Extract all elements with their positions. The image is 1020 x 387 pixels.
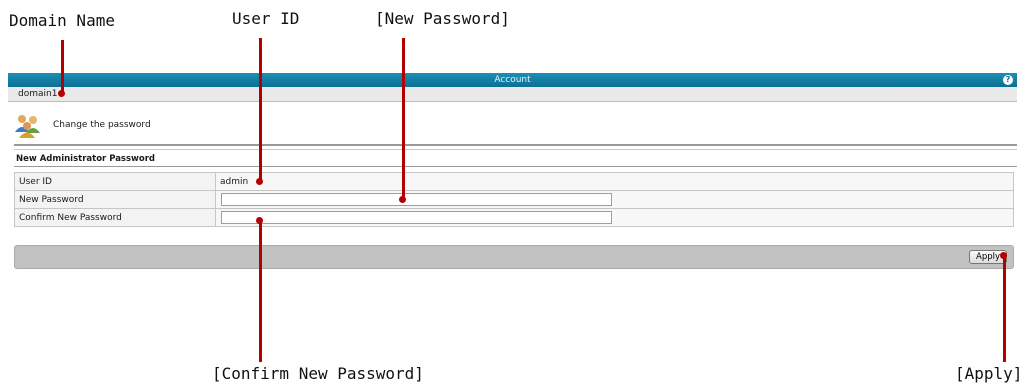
users-icon (15, 115, 40, 138)
window-titlebar: Account ? (8, 73, 1017, 87)
callout-confirm-new-password: [Confirm New Password] (212, 364, 424, 383)
confirm-new-password-cell (215, 208, 1014, 227)
window-title: Account (494, 75, 531, 85)
action-bar: Apply (14, 245, 1014, 269)
page-title: Change the password (53, 120, 151, 130)
callout-line-confirm-new-password (259, 220, 262, 362)
password-form: User ID admin New Password Confirm New P… (14, 172, 1014, 227)
callout-new-password: [New Password] (375, 9, 510, 28)
table-row: New Password (14, 190, 1014, 209)
new-password-cell (215, 190, 1014, 209)
confirm-new-password-input[interactable] (221, 211, 612, 224)
user-id-value: admin (215, 172, 1014, 191)
breadcrumb: domain1 (8, 87, 1017, 102)
callout-line-new-password (402, 38, 405, 199)
callout-line-domain-name (61, 40, 64, 94)
new-password-input[interactable] (221, 193, 612, 206)
callout-line-user-id (259, 38, 262, 181)
callout-dot-new-password (399, 196, 406, 203)
help-icon[interactable]: ? (1003, 75, 1013, 85)
table-row: User ID admin (14, 172, 1014, 191)
table-row: Confirm New Password (14, 208, 1014, 227)
callout-domain-name: Domain Name (9, 11, 115, 30)
callout-dot-user-id (256, 178, 263, 185)
callout-user-id: User ID (232, 9, 300, 28)
callout-apply: [Apply] (955, 364, 1020, 383)
callout-dot-confirm-new-password (256, 217, 263, 224)
section-divider (14, 166, 1017, 167)
callout-dot-apply (1000, 252, 1007, 259)
section-title: New Administrator Password (16, 154, 156, 164)
callout-line-apply (1003, 255, 1006, 362)
heading-divider (14, 144, 1017, 150)
domain-name: domain1 (18, 89, 58, 99)
user-id-label: User ID (14, 172, 216, 191)
callout-dot-domain-name (58, 90, 65, 97)
new-password-label: New Password (14, 190, 216, 209)
confirm-new-password-label: Confirm New Password (14, 208, 216, 227)
